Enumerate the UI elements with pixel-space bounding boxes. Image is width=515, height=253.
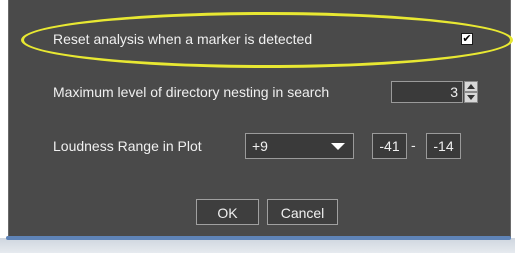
spin-down-button[interactable] bbox=[464, 92, 478, 103]
chevron-down-icon bbox=[467, 95, 475, 100]
max-nesting-input[interactable]: 3 bbox=[391, 81, 463, 103]
cancel-button[interactable]: Cancel bbox=[267, 199, 338, 225]
spin-up-button[interactable] bbox=[464, 81, 478, 92]
max-nesting-label: Maximum level of directory nesting in se… bbox=[53, 84, 330, 100]
dropdown-arrow-icon bbox=[331, 143, 345, 150]
settings-panel: Reset analysis when a marker is detected… bbox=[8, 0, 513, 238]
check-mark-icon: ✔ bbox=[462, 32, 472, 45]
loudness-range-selected: +9 bbox=[252, 138, 268, 154]
settings-dialog: Reset analysis when a marker is detected… bbox=[0, 0, 515, 253]
max-nesting-spinner bbox=[464, 81, 478, 103]
reset-analysis-checkbox[interactable]: ✔ bbox=[461, 33, 473, 45]
chevron-up-icon bbox=[467, 84, 475, 89]
window-bottom-strip bbox=[0, 238, 515, 253]
range-high-input[interactable]: -14 bbox=[426, 133, 461, 159]
window-bottom-edge bbox=[6, 236, 511, 240]
loudness-range-select[interactable]: +9 bbox=[245, 133, 354, 159]
loudness-range-label: Loudness Range in Plot bbox=[53, 138, 202, 154]
ok-button[interactable]: OK bbox=[196, 199, 259, 225]
reset-analysis-label: Reset analysis when a marker is detected bbox=[53, 31, 313, 47]
range-low-input[interactable]: -41 bbox=[372, 133, 407, 159]
range-separator: - bbox=[411, 137, 416, 153]
